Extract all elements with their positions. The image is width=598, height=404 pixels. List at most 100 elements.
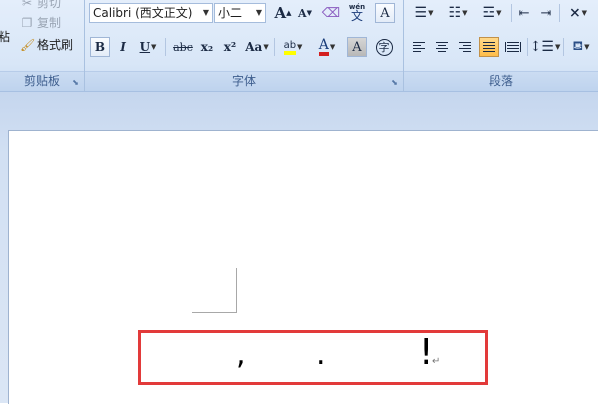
chinese-layout-icon: ⨯ <box>568 5 581 21</box>
clipboard-dialog-launcher-icon[interactable]: ⬊ <box>71 78 80 87</box>
font-size-combo[interactable]: 小二 ▼ <box>214 3 266 23</box>
grow-font-button[interactable]: A ▲ <box>273 3 293 23</box>
paragraph-group-label: 段落 <box>404 71 598 91</box>
chevron-down-icon: ▼ <box>554 43 561 51</box>
chevron-down-icon: ▼ <box>462 9 468 17</box>
ribbon: ✂ 剪切 ❐ 复制 🖌 格式刷 粘 剪贴板 ⬊ Calibri (西文正文) ▼… <box>0 0 598 92</box>
copy-icon: ❐ <box>21 16 33 30</box>
toolbar-separator <box>527 38 528 56</box>
change-case-icon: Aa <box>245 40 263 54</box>
font-name-combo[interactable]: Calibri (西文正文) ▼ <box>89 3 213 23</box>
font-group-label: 字体 <box>85 71 403 91</box>
multilevel-list-icon: ☲ <box>482 5 496 21</box>
change-case-button[interactable]: Aa ▼ <box>243 37 271 57</box>
font-dialog-launcher-icon[interactable]: ⬊ <box>390 78 399 87</box>
character-shading-icon: A <box>352 39 362 55</box>
document-text-comma[interactable]: , <box>236 337 246 372</box>
distributed-button[interactable] <box>503 37 523 57</box>
format-painter-label: 格式刷 <box>37 38 74 52</box>
decrease-indent-icon: ⇤ <box>518 5 530 21</box>
chevron-down-icon: ▼ <box>263 43 269 51</box>
font-color-button[interactable]: A ▼ <box>312 37 342 57</box>
underline-button[interactable]: U ▼ <box>135 37 161 57</box>
clipboard-group-title: 剪贴板 <box>23 74 60 88</box>
align-center-button[interactable] <box>432 37 452 57</box>
increase-indent-button[interactable]: ⇥ <box>536 3 556 23</box>
margin-corner-mark <box>192 312 237 313</box>
strikethrough-button[interactable]: abc <box>171 37 195 57</box>
line-spacing-button[interactable]: ↕☰ ▼ <box>529 37 561 57</box>
font-group: Calibri (西文正文) ▼ 小二 ▼ A ▲ A ▼ ⌫ wén 文 A B … <box>85 0 404 91</box>
font-group-title: 字体 <box>231 74 256 88</box>
grow-font-icon: A <box>274 4 287 22</box>
increase-indent-icon: ⇥ <box>540 5 552 21</box>
multilevel-list-button[interactable]: ☲ ▼ <box>476 3 508 23</box>
bold-button[interactable]: B <box>90 37 110 57</box>
justify-icon <box>483 42 495 52</box>
bullets-button[interactable]: ☰ ▼ <box>408 3 440 23</box>
clear-formatting-button[interactable]: ⌫ <box>321 3 341 23</box>
chevron-down-icon: ▼ <box>202 8 209 17</box>
enclose-characters-button[interactable]: 字 <box>374 37 394 57</box>
chevron-down-icon: ▼ <box>329 43 336 51</box>
bold-icon: B <box>94 40 106 54</box>
enclose-characters-icon: 字 <box>375 38 393 56</box>
cut-button[interactable]: ✂ 剪切 <box>20 0 61 12</box>
shrink-font-icon: A <box>298 6 307 20</box>
italic-button[interactable]: I <box>113 37 133 57</box>
paint-bucket-icon: ⛾ <box>572 38 584 54</box>
toolbar-separator <box>165 38 166 56</box>
text-highlight-button[interactable]: ab ▼ <box>278 37 308 57</box>
chevron-down-icon: ▼ <box>584 43 590 51</box>
paragraph-group: ☰ ▼ ☷ ▼ ☲ ▼ ⇤ ⇥ ⨯ ▼ ↕☰ ▼ ⛾ ▼ 段落 <box>404 0 598 91</box>
copy-label: 复制 <box>37 16 62 30</box>
format-painter-button[interactable]: 🖌 格式刷 <box>20 36 73 54</box>
clipboard-group: ✂ 剪切 ❐ 复制 🖌 格式刷 粘 剪贴板 ⬊ <box>0 0 85 91</box>
align-left-button[interactable] <box>409 37 429 57</box>
subscript-button[interactable]: x₂ <box>197 37 217 57</box>
justify-button[interactable] <box>479 37 499 57</box>
bullet-list-icon: ☰ <box>414 5 428 21</box>
font-color-icon: A <box>318 38 329 56</box>
highlighter-icon: ab <box>283 40 297 55</box>
paragraph-group-title: 段落 <box>488 74 513 88</box>
chevron-down-icon: ▼ <box>255 8 262 17</box>
numbering-button[interactable]: ☷ ▼ <box>442 3 474 23</box>
character-border-icon: A <box>380 5 390 21</box>
italic-icon: I <box>120 40 126 54</box>
superscript-button[interactable]: x² <box>220 37 240 57</box>
paintbrush-icon: 🖌 <box>20 38 36 52</box>
superscript-icon: x² <box>223 40 237 54</box>
font-size-value: 小二 <box>218 6 243 20</box>
scissors-icon: ✂ <box>21 0 33 10</box>
toolbar-separator <box>511 4 512 22</box>
chevron-down-icon: ▼ <box>151 43 157 51</box>
shrink-font-button[interactable]: A ▼ <box>295 3 315 23</box>
character-border-button[interactable]: A <box>375 3 395 23</box>
copy-button[interactable]: ❐ 复制 <box>20 14 61 32</box>
line-spacing-icon: ↕☰ <box>529 39 554 55</box>
strikethrough-icon: abc <box>173 40 193 54</box>
paragraph-mark-icon: ↵ <box>432 356 441 367</box>
document-text-period[interactable]: . <box>316 337 326 372</box>
chinese-layout-button[interactable]: ⨯ ▼ <box>562 3 594 23</box>
toolbar-separator <box>559 4 560 22</box>
toolbar-separator <box>563 38 564 56</box>
decrease-indent-button[interactable]: ⇤ <box>514 3 534 23</box>
paste-button-label[interactable]: 粘 <box>0 28 10 45</box>
chevron-down-icon: ▼ <box>297 43 303 51</box>
align-left-icon <box>413 42 425 52</box>
shading-button[interactable]: ⛾ ▼ <box>566 37 596 57</box>
align-right-icon <box>459 42 471 52</box>
cut-label: 剪切 <box>37 0 62 10</box>
distributed-icon <box>505 42 521 52</box>
subscript-icon: x₂ <box>200 40 214 54</box>
chevron-down-icon: ▼ <box>581 9 588 17</box>
chevron-down-icon: ▼ <box>496 9 502 17</box>
eraser-icon: ⌫ <box>321 5 341 21</box>
align-right-button[interactable] <box>455 37 475 57</box>
margin-corner-mark <box>236 268 237 312</box>
chevron-down-icon: ▼ <box>428 9 434 17</box>
character-shading-button[interactable]: A <box>347 37 367 57</box>
phonetic-guide-button[interactable]: wén 文 <box>347 2 367 22</box>
